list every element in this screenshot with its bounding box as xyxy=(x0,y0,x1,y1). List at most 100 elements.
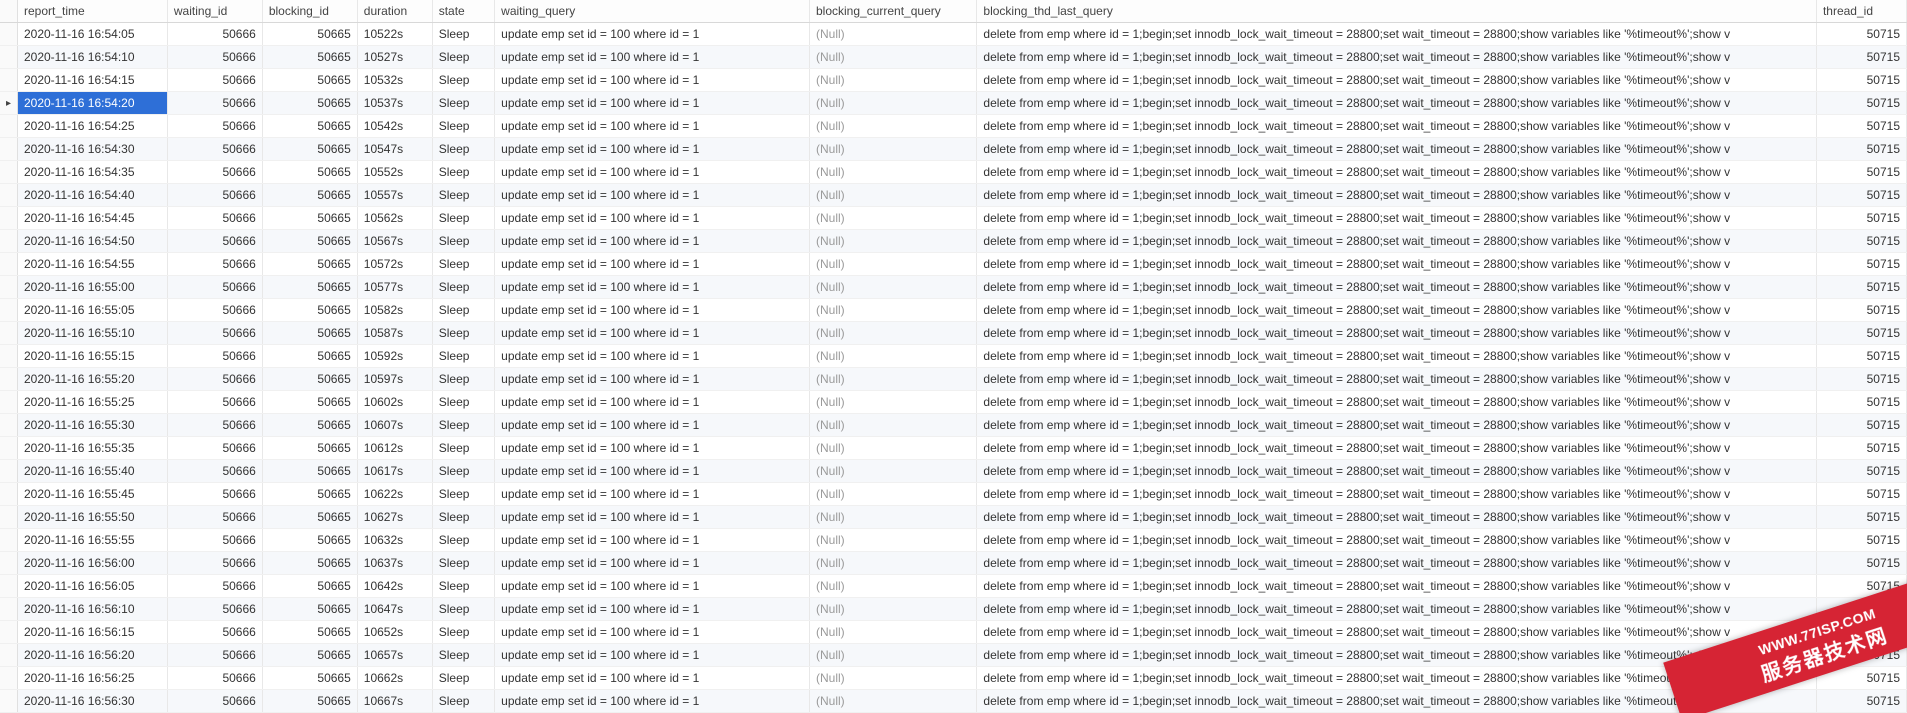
cell-waiting-id[interactable]: 50666 xyxy=(167,138,262,161)
cell-report-time[interactable]: 2020-11-16 16:55:35 xyxy=(17,437,167,460)
cell-blocking-current-query[interactable]: (Null) xyxy=(810,621,977,644)
cell-waiting-query[interactable]: update emp set id = 100 where id = 1 xyxy=(495,322,810,345)
cell-waiting-query[interactable]: update emp set id = 100 where id = 1 xyxy=(495,207,810,230)
cell-state[interactable]: Sleep xyxy=(432,276,494,299)
cell-blocking-thd-last-query[interactable]: delete from emp where id = 1;begin;set i… xyxy=(977,299,1817,322)
cell-blocking-current-query[interactable]: (Null) xyxy=(810,253,977,276)
cell-waiting-query[interactable]: update emp set id = 100 where id = 1 xyxy=(495,552,810,575)
cell-state[interactable]: Sleep xyxy=(432,92,494,115)
table-row[interactable]: 2020-11-16 16:54:30506665066510547sSleep… xyxy=(0,138,1907,161)
cell-thread-id[interactable]: 50715 xyxy=(1816,207,1906,230)
cell-report-time[interactable]: 2020-11-16 16:55:15 xyxy=(17,345,167,368)
cell-waiting-id[interactable]: 50666 xyxy=(167,23,262,46)
cell-blocking-id[interactable]: 50665 xyxy=(262,23,357,46)
cell-waiting-id[interactable]: 50666 xyxy=(167,667,262,690)
cell-waiting-query[interactable]: update emp set id = 100 where id = 1 xyxy=(495,644,810,667)
cell-duration[interactable]: 10527s xyxy=(357,46,432,69)
cell-blocking-current-query[interactable]: (Null) xyxy=(810,92,977,115)
cell-state[interactable]: Sleep xyxy=(432,506,494,529)
cell-duration[interactable]: 10567s xyxy=(357,230,432,253)
cell-report-time[interactable]: 2020-11-16 16:55:55 xyxy=(17,529,167,552)
cell-blocking-thd-last-query[interactable]: delete from emp where id = 1;begin;set i… xyxy=(977,391,1817,414)
cell-waiting-query[interactable]: update emp set id = 100 where id = 1 xyxy=(495,391,810,414)
cell-thread-id[interactable]: 50715 xyxy=(1816,161,1906,184)
cell-blocking-thd-last-query[interactable]: delete from emp where id = 1;begin;set i… xyxy=(977,46,1817,69)
cell-state[interactable]: Sleep xyxy=(432,207,494,230)
cell-thread-id[interactable]: 50715 xyxy=(1816,322,1906,345)
cell-blocking-thd-last-query[interactable]: delete from emp where id = 1;begin;set i… xyxy=(977,621,1817,644)
cell-waiting-id[interactable]: 50666 xyxy=(167,322,262,345)
cell-thread-id[interactable]: 50715 xyxy=(1816,23,1906,46)
table-row[interactable]: 2020-11-16 16:54:45506665066510562sSleep… xyxy=(0,207,1907,230)
cell-blocking-thd-last-query[interactable]: delete from emp where id = 1;begin;set i… xyxy=(977,230,1817,253)
cell-report-time[interactable]: 2020-11-16 16:55:25 xyxy=(17,391,167,414)
cell-blocking-thd-last-query[interactable]: delete from emp where id = 1;begin;set i… xyxy=(977,138,1817,161)
cell-waiting-query[interactable]: update emp set id = 100 where id = 1 xyxy=(495,437,810,460)
cell-blocking-current-query[interactable]: (Null) xyxy=(810,299,977,322)
cell-blocking-id[interactable]: 50665 xyxy=(262,644,357,667)
cell-report-time[interactable]: 2020-11-16 16:54:15 xyxy=(17,69,167,92)
cell-thread-id[interactable]: 50715 xyxy=(1816,552,1906,575)
table-row[interactable]: 2020-11-16 16:56:30506665066510667sSleep… xyxy=(0,690,1907,713)
cell-duration[interactable]: 10637s xyxy=(357,552,432,575)
table-row[interactable]: 2020-11-16 16:54:40506665066510557sSleep… xyxy=(0,184,1907,207)
cell-blocking-id[interactable]: 50665 xyxy=(262,276,357,299)
cell-waiting-query[interactable]: update emp set id = 100 where id = 1 xyxy=(495,69,810,92)
cell-duration[interactable]: 10537s xyxy=(357,92,432,115)
cell-blocking-id[interactable]: 50665 xyxy=(262,391,357,414)
cell-blocking-id[interactable]: 50665 xyxy=(262,437,357,460)
table-row[interactable]: 2020-11-16 16:55:15506665066510592sSleep… xyxy=(0,345,1907,368)
cell-waiting-id[interactable]: 50666 xyxy=(167,391,262,414)
cell-report-time[interactable]: 2020-11-16 16:54:35 xyxy=(17,161,167,184)
cell-state[interactable]: Sleep xyxy=(432,414,494,437)
cell-blocking-thd-last-query[interactable]: delete from emp where id = 1;begin;set i… xyxy=(977,529,1817,552)
cell-blocking-thd-last-query[interactable]: delete from emp where id = 1;begin;set i… xyxy=(977,575,1817,598)
cell-report-time[interactable]: 2020-11-16 16:55:10 xyxy=(17,322,167,345)
cell-waiting-id[interactable]: 50666 xyxy=(167,69,262,92)
cell-state[interactable]: Sleep xyxy=(432,115,494,138)
cell-report-time[interactable]: 2020-11-16 16:54:55 xyxy=(17,253,167,276)
cell-waiting-query[interactable]: update emp set id = 100 where id = 1 xyxy=(495,621,810,644)
cell-state[interactable]: Sleep xyxy=(432,575,494,598)
cell-blocking-id[interactable]: 50665 xyxy=(262,598,357,621)
cell-blocking-id[interactable]: 50665 xyxy=(262,460,357,483)
cell-state[interactable]: Sleep xyxy=(432,138,494,161)
cell-blocking-current-query[interactable]: (Null) xyxy=(810,368,977,391)
cell-duration[interactable]: 10652s xyxy=(357,621,432,644)
cell-thread-id[interactable]: 50715 xyxy=(1816,414,1906,437)
cell-state[interactable]: Sleep xyxy=(432,529,494,552)
cell-blocking-current-query[interactable]: (Null) xyxy=(810,161,977,184)
cell-state[interactable]: Sleep xyxy=(432,184,494,207)
cell-duration[interactable]: 10632s xyxy=(357,529,432,552)
cell-duration[interactable]: 10612s xyxy=(357,437,432,460)
cell-thread-id[interactable]: 50715 xyxy=(1816,506,1906,529)
cell-waiting-query[interactable]: update emp set id = 100 where id = 1 xyxy=(495,575,810,598)
table-row[interactable]: 2020-11-16 16:54:05506665066510522sSleep… xyxy=(0,23,1907,46)
cell-blocking-thd-last-query[interactable]: delete from emp where id = 1;begin;set i… xyxy=(977,207,1817,230)
cell-report-time[interactable]: 2020-11-16 16:56:20 xyxy=(17,644,167,667)
cell-blocking-thd-last-query[interactable]: delete from emp where id = 1;begin;set i… xyxy=(977,253,1817,276)
cell-blocking-id[interactable]: 50665 xyxy=(262,115,357,138)
cell-blocking-id[interactable]: 50665 xyxy=(262,529,357,552)
col-blocking-id[interactable]: blocking_id xyxy=(262,0,357,23)
table-row[interactable]: 2020-11-16 16:54:25506665066510542sSleep… xyxy=(0,115,1907,138)
cell-blocking-id[interactable]: 50665 xyxy=(262,253,357,276)
cell-state[interactable]: Sleep xyxy=(432,437,494,460)
cell-waiting-query[interactable]: update emp set id = 100 where id = 1 xyxy=(495,483,810,506)
cell-blocking-thd-last-query[interactable]: delete from emp where id = 1;begin;set i… xyxy=(977,23,1817,46)
cell-duration[interactable]: 10617s xyxy=(357,460,432,483)
cell-blocking-id[interactable]: 50665 xyxy=(262,322,357,345)
cell-blocking-current-query[interactable]: (Null) xyxy=(810,138,977,161)
cell-state[interactable]: Sleep xyxy=(432,690,494,713)
cell-report-time[interactable]: 2020-11-16 16:55:40 xyxy=(17,460,167,483)
table-row[interactable]: 2020-11-16 16:54:10506665066510527sSleep… xyxy=(0,46,1907,69)
cell-blocking-id[interactable]: 50665 xyxy=(262,207,357,230)
cell-blocking-current-query[interactable]: (Null) xyxy=(810,46,977,69)
cell-blocking-id[interactable]: 50665 xyxy=(262,621,357,644)
cell-thread-id[interactable]: 50715 xyxy=(1816,483,1906,506)
col-state[interactable]: state xyxy=(432,0,494,23)
col-report-time[interactable]: report_time xyxy=(17,0,167,23)
cell-blocking-thd-last-query[interactable]: delete from emp where id = 1;begin;set i… xyxy=(977,483,1817,506)
table-row[interactable]: 2020-11-16 16:55:35506665066510612sSleep… xyxy=(0,437,1907,460)
cell-state[interactable]: Sleep xyxy=(432,161,494,184)
